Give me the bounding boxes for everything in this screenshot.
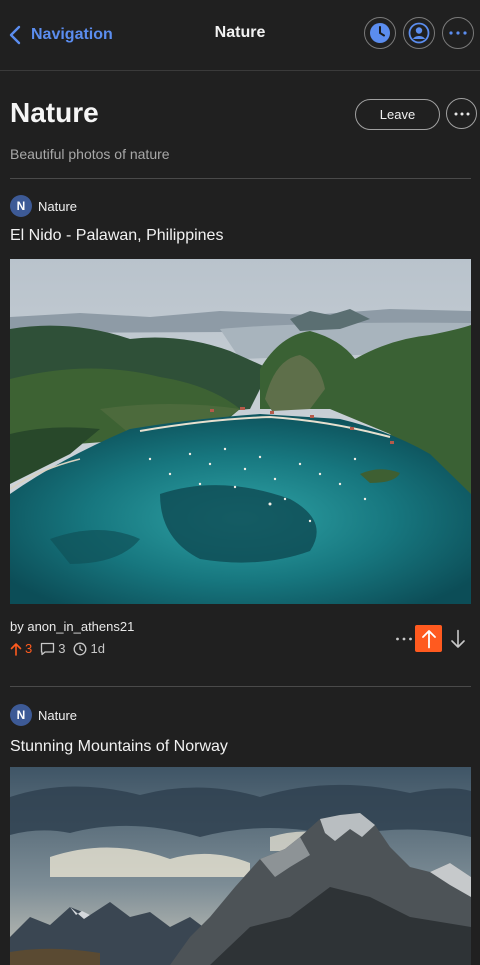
- community-avatar: N: [10, 195, 32, 217]
- upvote-count: 3: [10, 641, 32, 656]
- history-button[interactable]: [364, 17, 396, 49]
- comment-count[interactable]: 3: [40, 641, 65, 656]
- upvote-count-value: 3: [25, 641, 33, 656]
- community-description: Beautiful photos of nature: [10, 146, 170, 162]
- upvote-button[interactable]: [415, 625, 442, 652]
- more-horizontal-icon: [449, 31, 467, 35]
- community-name: Nature: [38, 198, 78, 214]
- leave-button[interactable]: Leave: [355, 99, 440, 130]
- downvote-button[interactable]: [444, 625, 471, 652]
- arrow-up-icon: [10, 642, 22, 656]
- comment-icon: [41, 642, 55, 655]
- divider: [10, 686, 471, 687]
- arrow-down-icon: [450, 629, 465, 648]
- post-more-button[interactable]: [393, 626, 415, 652]
- post-image[interactable]: [10, 767, 471, 965]
- community-avatar: N: [10, 704, 32, 726]
- post-card: N Nature Stunning Mountains of Norway: [10, 704, 471, 965]
- post-age: 1d: [73, 641, 105, 656]
- community-link[interactable]: N Nature: [10, 704, 77, 726]
- user-icon: [408, 22, 430, 44]
- profile-button[interactable]: [403, 17, 435, 49]
- community-more-button[interactable]: [446, 98, 477, 129]
- post-author[interactable]: by anon_in_athens21: [10, 619, 134, 634]
- arrow-up-icon: [421, 629, 436, 648]
- community-link[interactable]: N Nature: [10, 195, 77, 217]
- more-horizontal-icon: [454, 112, 469, 115]
- more-horizontal-icon: [396, 637, 412, 640]
- community-header: Nature Leave Beautiful photos of nature: [10, 95, 477, 179]
- post-age-value: 1d: [90, 641, 105, 656]
- post-card: N Nature El Nido - Palawan, Philippines: [10, 195, 471, 665]
- post-actions: [393, 625, 471, 652]
- menu-button[interactable]: [442, 17, 474, 49]
- community-name: Nature: [38, 707, 78, 723]
- community-title: Nature: [10, 97, 99, 128]
- post-image[interactable]: [10, 259, 471, 604]
- post-title[interactable]: El Nido - Palawan, Philippines: [10, 227, 223, 245]
- post-stats: 3 3 1d: [10, 641, 113, 656]
- comment-count-value: 3: [58, 641, 66, 656]
- clock-icon: [370, 23, 390, 43]
- top-bar: Navigation Nature: [0, 0, 480, 71]
- divider: [10, 178, 471, 179]
- post-title[interactable]: Stunning Mountains of Norway: [10, 738, 228, 756]
- clock-icon: [74, 642, 87, 655]
